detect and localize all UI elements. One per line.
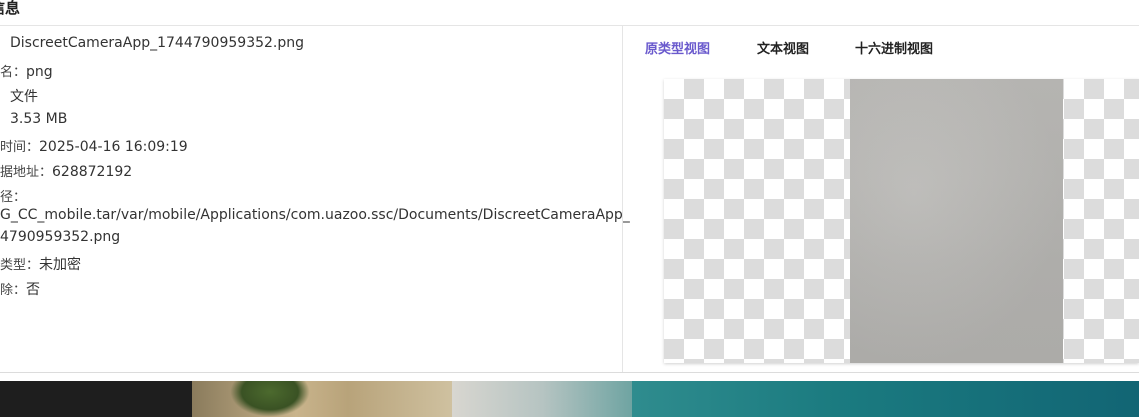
type-value: 文件 xyxy=(10,89,38,105)
path-value-line2[interactable]: 4790959352.png xyxy=(0,229,120,245)
footer-divider xyxy=(0,372,1139,373)
info-row-encryption: 类型：未加密 xyxy=(0,254,81,274)
info-row-name: DiscreetCameraApp_1744790959352.png xyxy=(10,35,304,51)
info-row-deleted: 除：否 xyxy=(0,279,40,299)
panel-title: 信息 xyxy=(0,0,21,17)
wallpaper-sea xyxy=(632,381,1139,417)
deleted-label: 除： xyxy=(0,283,27,298)
wallpaper-dark-region xyxy=(0,381,192,417)
file-name-value[interactable]: DiscreetCameraApp_1744790959352.png xyxy=(10,35,304,51)
background-wallpaper xyxy=(0,381,1139,417)
path-value-line1[interactable]: G_CC_mobile.tar/var/mobile/Applications/… xyxy=(0,207,630,223)
ext-label: 名： xyxy=(0,65,27,80)
address-value: 628872192 xyxy=(52,164,133,180)
file-info-panel: 信息 DiscreetCameraApp_1744790959352.png 名… xyxy=(0,0,1139,381)
info-row-ext: 名：png xyxy=(0,61,53,80)
tab-hex-view[interactable]: 十六进制视图 xyxy=(855,38,933,57)
preview-image xyxy=(850,79,1063,363)
preview-image-shade xyxy=(850,79,1063,363)
header-divider xyxy=(0,25,1139,26)
tab-text-view[interactable]: 文本视图 xyxy=(757,38,809,57)
info-row-size: 3.53 MB xyxy=(10,111,67,127)
info-row-time: 时间：2025-04-16 16:09:19 xyxy=(0,136,188,155)
wallpaper-foam xyxy=(452,381,632,417)
deleted-value: 否 xyxy=(26,282,41,298)
size-value: 3.53 MB xyxy=(10,111,68,127)
info-row-type: 文件 xyxy=(10,86,38,106)
wallpaper-tree xyxy=(230,381,310,417)
encryption-label: 类型： xyxy=(0,258,40,273)
time-label: 时间： xyxy=(0,140,40,155)
encryption-value: 未加密 xyxy=(39,257,82,273)
tab-original-view[interactable]: 原类型视图 xyxy=(645,38,710,57)
info-row-path: 径： xyxy=(0,186,26,205)
path-label: 径： xyxy=(0,190,27,205)
vertical-divider xyxy=(622,26,623,372)
image-preview[interactable] xyxy=(664,79,1139,363)
ext-value: png xyxy=(26,64,53,80)
address-label: 据地址： xyxy=(0,165,53,180)
info-row-address: 据地址：628872192 xyxy=(0,161,132,180)
time-value: 2025-04-16 16:09:19 xyxy=(39,139,188,155)
